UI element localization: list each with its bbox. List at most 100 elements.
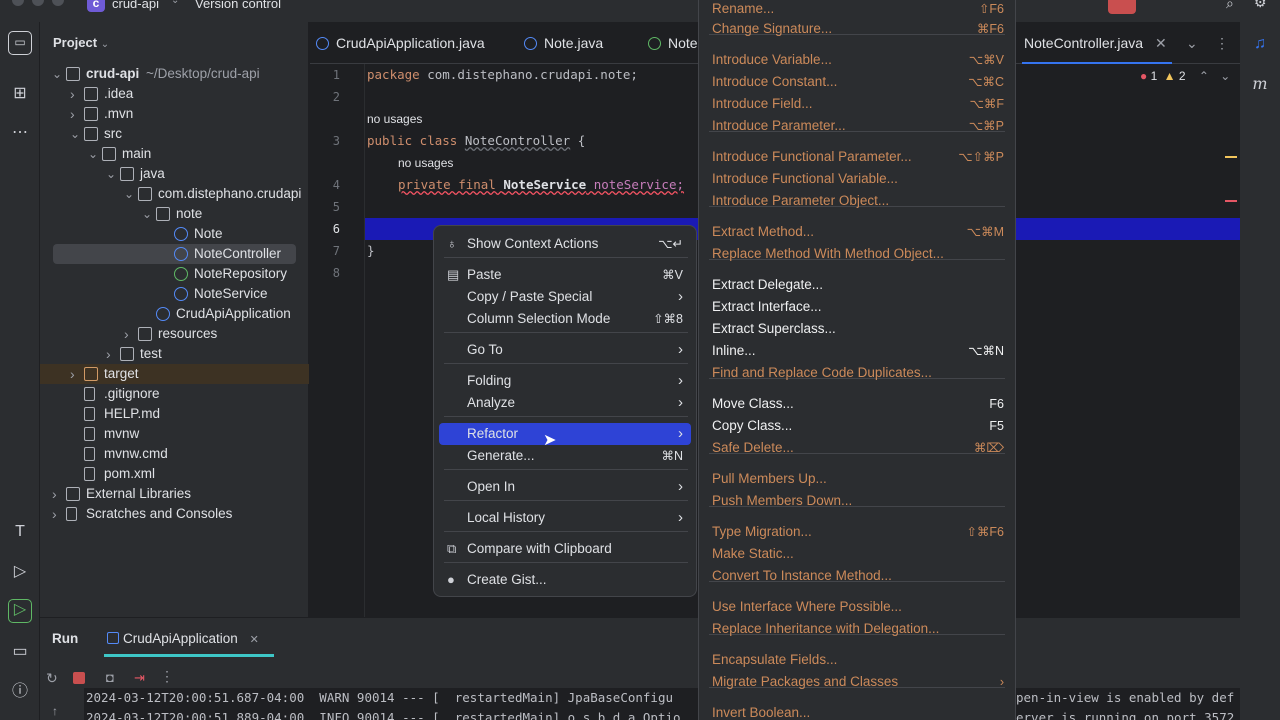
tab-notecontroller[interactable]: NoteController.java ✕ [1024,35,1167,52]
chevron-down-icon[interactable]: ⌄ [52,64,62,84]
chevron-right-icon[interactable]: › [124,324,134,344]
menu-item-show-context-actions[interactable]: ♁ Show Context Actions ⌥↵ [439,233,691,255]
refactor-item-safe-delete[interactable]: Safe Delete... ⌘⌦ [707,437,1007,459]
refactor-item-introduce-functional-variable[interactable]: Introduce Functional Variable... [707,168,1007,190]
notifications-bell-icon[interactable]: ♫ [1248,32,1272,56]
close-window-button[interactable] [12,0,24,6]
tree-item[interactable]: NoteService [40,284,309,304]
refactor-item-move-class[interactable]: Move Class... F6 [707,393,1007,415]
chevron-right-icon[interactable]: › [52,504,62,524]
structure-icon[interactable]: ⊞ [8,82,32,106]
refactor-item-introduce-field[interactable]: Introduce Field... ⌥⌘F [707,93,1007,115]
menu-item-go-to[interactable]: Go To › [439,339,691,361]
version-control-dropdown[interactable]: Version control [195,0,281,11]
code-line-3[interactable]: public class NoteController { [367,133,585,148]
stop-icon[interactable] [73,672,85,684]
tabs-dropdown-icon[interactable]: ⌄ [1186,35,1198,52]
tree-item[interactable]: ⌄ com.distephano.crudapi [40,184,309,204]
refactor-item-introduce-parameter[interactable]: Introduce Parameter... ⌥⌘P [707,115,1007,137]
tree-item[interactable]: › .mvn [40,104,309,124]
tree-item[interactable]: ⌄ crud-api ~/Desktop/crud-api [40,64,309,84]
menu-item-compare-with-clipboard[interactable]: ⧉ Compare with Clipboard [439,538,691,560]
tree-item[interactable]: pom.xml [40,464,309,484]
more-tools-icon[interactable]: ⋯ [8,121,32,145]
refactor-item-introduce-parameter-object[interactable]: Introduce Parameter Object... [707,190,1007,212]
refactor-item-find-and-replace-code-duplicates[interactable]: Find and Replace Code Duplicates... [707,362,1007,384]
refactor-item-push-members-down[interactable]: Push Members Down... [707,490,1007,512]
tree-item[interactable]: › Scratches and Consoles [40,504,309,524]
rerun-icon[interactable]: ↻ [46,670,58,687]
scroll-up-icon[interactable]: ↑ [52,704,58,718]
tree-item[interactable]: Note [40,224,309,244]
tree-item[interactable]: mvnw [40,424,309,444]
refactor-item-convert-to-instance-method[interactable]: Convert To Instance Method... [707,565,1007,587]
tree-item[interactable]: ⌄ note [40,204,309,224]
tree-item[interactable]: ⌄ src [40,124,309,144]
minimize-window-button[interactable] [32,0,44,6]
tree-item[interactable]: HELP.md [40,404,309,424]
refactor-item-rename[interactable]: Rename... ⇧F6 [707,0,1007,20]
build-hammer-icon[interactable]: T [8,520,32,544]
camera-icon[interactable]: ◘ [106,670,114,685]
zoom-window-button[interactable] [52,0,64,6]
code-line-4[interactable]: private final NoteService noteService; [398,177,684,192]
code-line-1[interactable]: package com.distephano.crudapi.note; [367,67,638,82]
usages-hint[interactable]: no usages [398,156,453,170]
tree-item[interactable]: › .idea [40,84,309,104]
error-stripe[interactable] [1225,200,1237,202]
chevron-down-icon[interactable]: ⌄ [106,164,116,184]
tree-item[interactable]: NoteRepository [40,264,309,284]
refactor-item-extract-method[interactable]: Extract Method... ⌥⌘M [707,221,1007,243]
chevron-down-icon[interactable]: ⌄ [142,204,152,224]
tree-item[interactable]: ⌄ main [40,144,309,164]
tab-note[interactable]: Note.java [524,35,603,51]
settings-gear-icon[interactable]: ⚙ [1254,0,1267,11]
refactor-item-replace-inheritance-with-delegation[interactable]: Replace Inheritance with Delegation... [707,618,1007,640]
run-panel-title[interactable]: Run [52,631,78,646]
chevron-right-icon[interactable]: › [70,104,80,124]
menu-item-local-history[interactable]: Local History › [439,507,691,529]
menu-item-column-selection-mode[interactable]: Column Selection Mode ⇧⌘8 [439,308,691,330]
refactor-item-extract-interface[interactable]: Extract Interface... [707,296,1007,318]
tab-actions-icon[interactable]: ⋮ [1215,35,1229,52]
refactor-item-extract-delegate[interactable]: Extract Delegate... [707,274,1007,296]
refactor-item-use-interface-where-possible[interactable]: Use Interface Where Possible... [707,596,1007,618]
close-tab-icon[interactable]: ✕ [250,634,259,646]
refactor-item-introduce-constant[interactable]: Introduce Constant... ⌥⌘C [707,71,1007,93]
refactor-item-make-static[interactable]: Make Static... [707,543,1007,565]
tree-item[interactable]: CrudApiApplication [40,304,309,324]
more-actions-icon[interactable]: ⋮ [160,668,174,685]
chevron-right-icon[interactable]: › [70,364,80,384]
refactor-item-extract-superclass[interactable]: Extract Superclass... [707,318,1007,340]
tab-crudapiapplication[interactable]: CrudApiApplication.java [316,35,485,51]
chevron-right-icon[interactable]: › [106,344,116,364]
problems-icon[interactable]: ⓘ [8,680,32,704]
project-badge[interactable]: c [87,0,105,12]
close-tab-icon[interactable]: ✕ [1155,35,1167,51]
tab-noterepository[interactable]: Note [648,35,697,51]
services-icon[interactable]: ▷ [8,560,32,584]
refactor-item-introduce-functional-parameter[interactable]: Introduce Functional Parameter... ⌥⇧⌘P [707,146,1007,168]
refactor-item-change-signature[interactable]: Change Signature... ⌘F6 [707,18,1007,40]
previous-highlight-icon[interactable]: ⌃ [1199,69,1209,83]
menu-item-open-in[interactable]: Open In › [439,476,691,498]
code-line-7[interactable]: } [367,243,375,258]
usages-hint[interactable]: no usages [367,112,422,126]
warning-stripe[interactable] [1225,156,1237,158]
refactor-item-encapsulate-fields[interactable]: Encapsulate Fields... [707,649,1007,671]
menu-item-generate[interactable]: Generate... ⌘N [439,445,691,467]
terminal-icon[interactable]: ▭ [8,640,32,664]
tree-item[interactable]: ⌄ java [40,164,309,184]
project-tool-window-icon[interactable]: ▭ [8,31,32,55]
stop-button[interactable] [1108,0,1136,14]
run-tool-icon[interactable]: ▷ [8,599,32,623]
tree-item[interactable]: › target [40,364,309,384]
tree-item[interactable]: › External Libraries [40,484,309,504]
tree-item[interactable]: .gitignore [40,384,309,404]
menu-item-analyze[interactable]: Analyze › [439,392,691,414]
menu-item-create-gist[interactable]: ● Create Gist... [439,569,691,591]
refactor-item-invert-boolean[interactable]: Invert Boolean... [707,702,1007,720]
menu-item-copy-paste-special[interactable]: Copy / Paste Special › [439,286,691,308]
refactor-item-pull-members-up[interactable]: Pull Members Up... [707,468,1007,490]
inspection-widget[interactable]: ● 1 ▲ 2 ⌃ ⌄ [1140,69,1230,83]
